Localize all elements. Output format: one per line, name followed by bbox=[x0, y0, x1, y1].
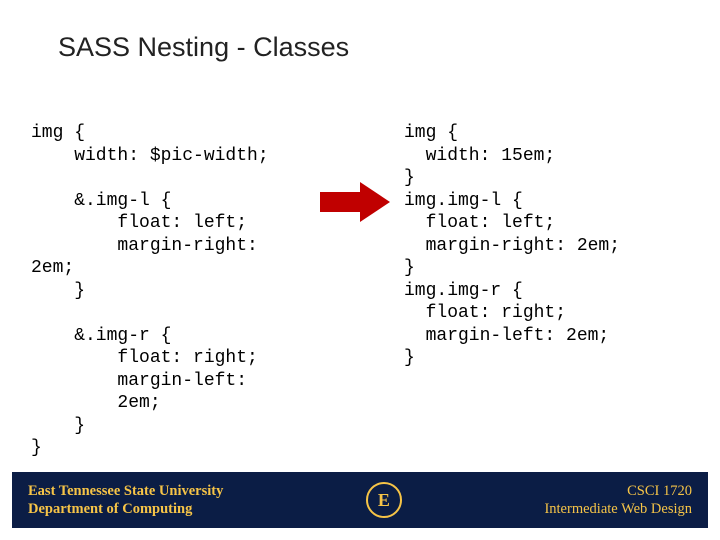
slide: SASS Nesting - Classes img { width: $pic… bbox=[0, 0, 720, 540]
footer-course: CSCI 1720 Intermediate Web Design bbox=[544, 482, 692, 518]
slide-title: SASS Nesting - Classes bbox=[58, 32, 349, 63]
university-logo-icon: E bbox=[366, 482, 402, 518]
course-title: Intermediate Web Design bbox=[544, 500, 692, 518]
footer-logo-wrap: E bbox=[356, 482, 412, 518]
institution-line2: Department of Computing bbox=[28, 500, 223, 518]
footer-bar: East Tennessee State University Departme… bbox=[12, 472, 708, 528]
course-code: CSCI 1720 bbox=[544, 482, 692, 500]
arrow-icon bbox=[320, 182, 390, 222]
arrow-shape bbox=[320, 182, 390, 222]
logo-letter: E bbox=[378, 490, 390, 511]
footer-institution: East Tennessee State University Departme… bbox=[28, 482, 223, 518]
css-code-block: img { width: 15em; } img.img-l { float: … bbox=[404, 122, 620, 370]
institution-line1: East Tennessee State University bbox=[28, 482, 223, 500]
sass-code-block: img { width: $pic-width; &.img-l { float… bbox=[31, 122, 269, 460]
